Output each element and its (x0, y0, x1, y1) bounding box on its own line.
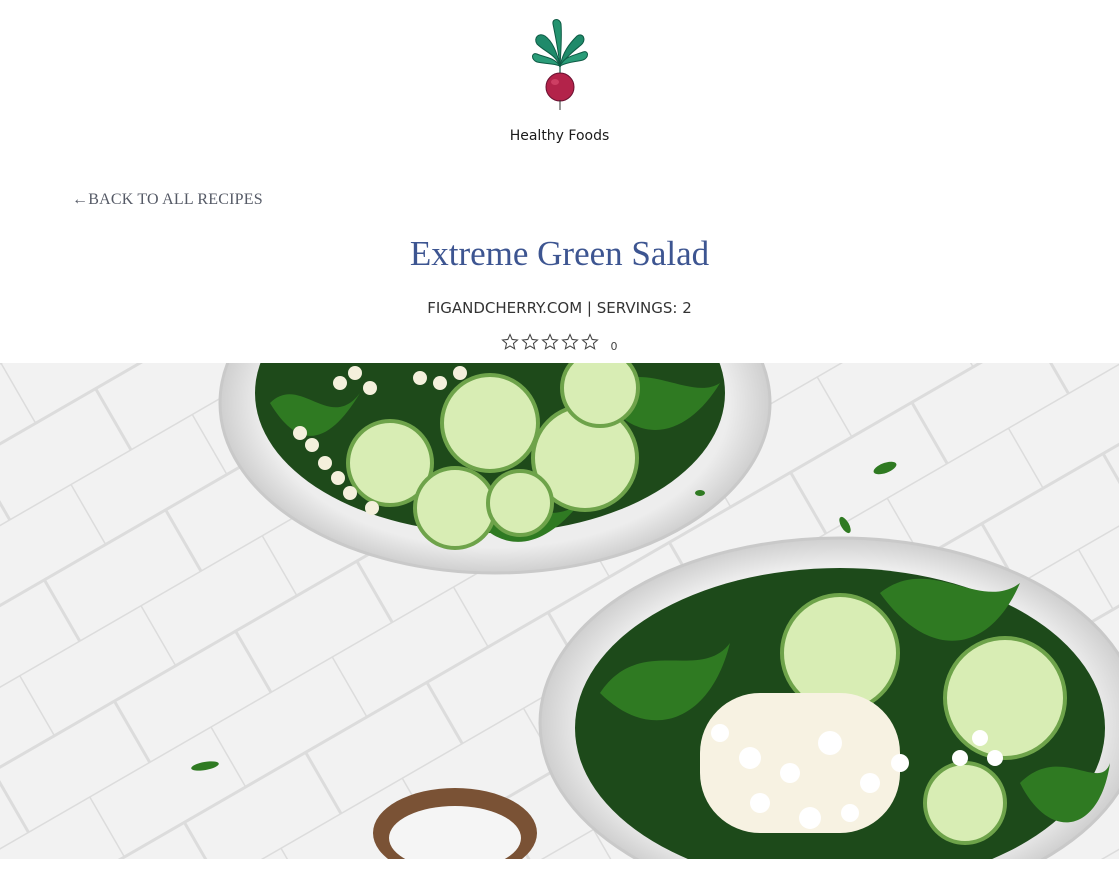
radish-icon (525, 14, 595, 112)
recipe-title: Extreme Green Salad (409, 234, 710, 273)
rating-count: 0 (610, 340, 618, 353)
star-icon[interactable] (581, 332, 600, 351)
star-icon[interactable] (521, 332, 540, 351)
star-icon[interactable] (541, 332, 560, 351)
rating-stars[interactable] (501, 332, 600, 351)
star-icon[interactable] (501, 332, 520, 351)
recipe-hero-image (0, 363, 1119, 859)
star-icon[interactable] (561, 332, 580, 351)
site-name[interactable]: Healthy Foods (0, 128, 1119, 144)
recipe-meta: FIGANDCHERRY.COM | SERVINGS: 2 (427, 299, 692, 317)
rating: 0 (0, 331, 1119, 353)
site-logo[interactable] (0, 14, 1119, 116)
back-to-all-recipes-link[interactable]: ←BACK TO ALL RECIPES (72, 191, 263, 209)
